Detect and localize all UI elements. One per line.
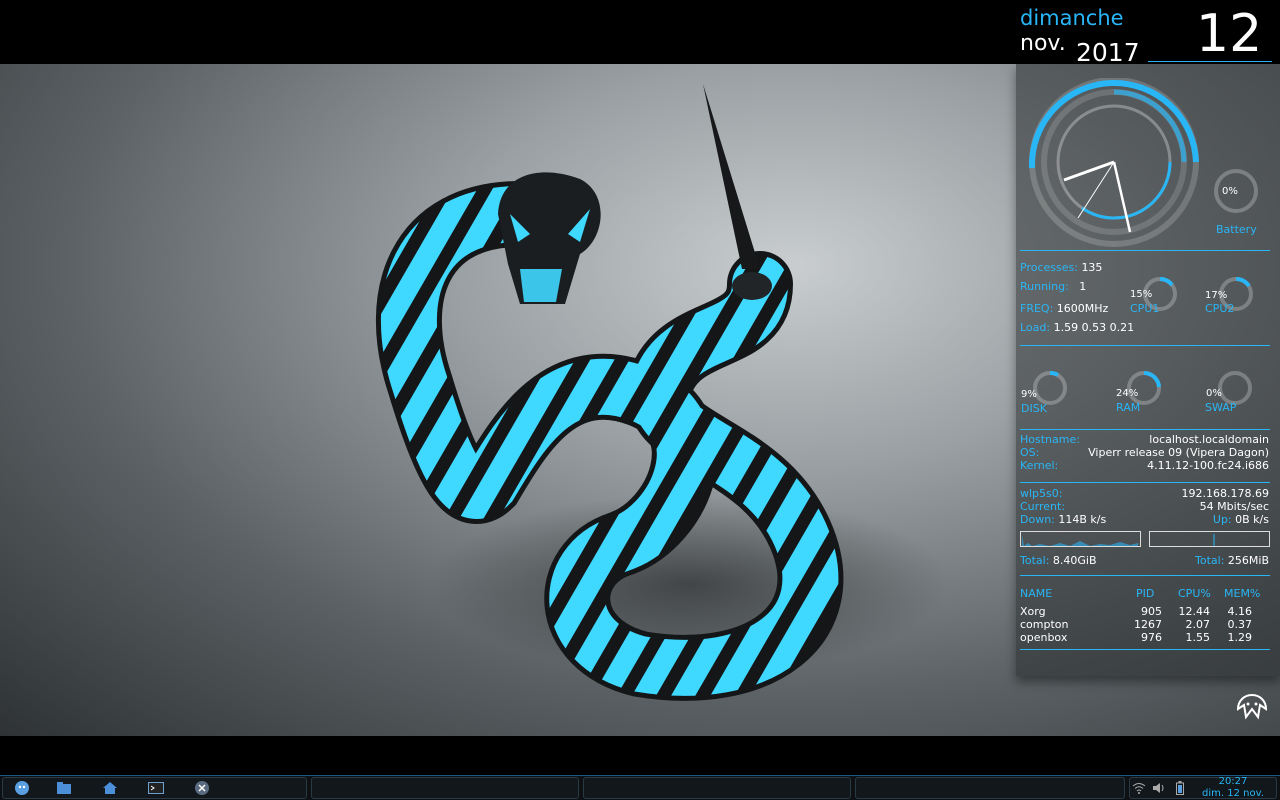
date-bar: dimanche nov. 2017 12 <box>0 0 1280 67</box>
os-label: OS: <box>1020 446 1040 459</box>
ram-percent: 24% <box>1116 388 1139 399</box>
total-up-label: Total: <box>1195 554 1225 567</box>
divider <box>1020 649 1270 650</box>
month: nov. <box>1020 31 1066 56</box>
taskbar-clock-time[interactable]: 20:27 <box>1194 776 1272 787</box>
up-value: 0B k/s <box>1235 513 1269 526</box>
col-name: NAME <box>1020 587 1053 600</box>
hostname-value: localhost.localdomain <box>1149 433 1269 446</box>
running-label: Running: <box>1020 280 1069 293</box>
download-graph <box>1020 531 1141 547</box>
load-value: 1.59 0.53 0.21 <box>1053 321 1135 334</box>
wifi-icon[interactable] <box>1131 780 1147 796</box>
down-value: 114B k/s <box>1058 513 1107 526</box>
row-pid: 1267 <box>1134 618 1162 631</box>
divider <box>1020 575 1270 576</box>
row-mem: 4.16 <box>1227 605 1253 618</box>
analog-clock <box>1028 78 1199 247</box>
swap-percent: 0% <box>1206 388 1222 399</box>
row-name: compton <box>1020 618 1069 631</box>
ram-label: RAM <box>1116 401 1141 414</box>
row-cpu: 12.44 <box>1178 605 1211 618</box>
close-session-icon[interactable] <box>194 780 210 796</box>
total-down-value: 8.40GiB <box>1052 554 1097 567</box>
row-pid: 905 <box>1141 605 1162 618</box>
home-icon[interactable] <box>102 780 118 796</box>
swap-label: SWAP <box>1205 401 1237 414</box>
kernel-value: 4.11.12-100.fc24.i686 <box>1147 459 1269 472</box>
os-value: Viperr release 09 (Vipera Dagon) <box>1088 446 1269 459</box>
col-cpu: CPU% <box>1178 587 1211 600</box>
desktop-bottom-strip <box>0 736 1280 775</box>
cpu2-percent: 17% <box>1205 290 1228 301</box>
freq-value: 1600MHz <box>1056 302 1109 315</box>
cpu1-label: CPU1 <box>1130 302 1160 315</box>
year: 2017 <box>1076 38 1140 67</box>
system-monitor-panel: 0% Battery Processes: 135 Running: 1 FRE… <box>1016 64 1280 676</box>
current-value: 54 Mbits/sec <box>1199 500 1269 513</box>
divider <box>1020 345 1270 346</box>
row-pid: 976 <box>1141 631 1162 644</box>
task-segment[interactable] <box>855 777 1125 799</box>
date-divider <box>1148 61 1272 62</box>
iface-label: wlp5s0: <box>1020 487 1063 500</box>
viperr-logo-icon <box>1236 693 1268 720</box>
up-label: Up: <box>1212 513 1232 526</box>
battery-percent: 0% <box>1222 186 1238 197</box>
row-name: Xorg <box>1020 605 1046 618</box>
row-name: openbox <box>1020 631 1068 644</box>
divider <box>1020 429 1270 430</box>
divider <box>1020 482 1270 483</box>
volume-icon[interactable] <box>1151 780 1167 796</box>
processes-value: 135 <box>1081 261 1103 274</box>
row-mem: 0.37 <box>1227 618 1253 631</box>
battery-label: Battery <box>1216 223 1257 236</box>
row-mem: 1.29 <box>1227 631 1253 644</box>
upload-graph <box>1149 531 1270 547</box>
cpu2-label: CPU2 <box>1205 302 1235 315</box>
terminal-icon[interactable] <box>148 780 164 796</box>
processes-label: Processes: <box>1020 261 1078 274</box>
ip-value: 192.168.178.69 <box>1181 487 1269 500</box>
taskbar <box>0 775 1280 800</box>
viperr-menu-icon[interactable] <box>14 780 30 796</box>
day-number: 12 <box>1196 4 1263 64</box>
battery-icon[interactable] <box>1172 780 1188 796</box>
task-segment[interactable] <box>311 777 579 799</box>
current-label: Current: <box>1020 500 1066 513</box>
load-label: Load: <box>1020 321 1051 334</box>
hostname-label: Hostname: <box>1020 433 1080 446</box>
divider <box>1020 250 1270 251</box>
row-cpu: 1.55 <box>1185 631 1211 644</box>
disk-percent: 9% <box>1021 389 1037 400</box>
col-pid: PID <box>1136 587 1155 600</box>
total-down-label: Total: <box>1020 554 1050 567</box>
kernel-label: Kernel: <box>1020 459 1059 472</box>
running-value: 1 <box>1079 280 1087 293</box>
col-mem: MEM% <box>1224 587 1261 600</box>
disk-label: DISK <box>1021 402 1047 415</box>
task-segment[interactable] <box>583 777 851 799</box>
file-manager-icon[interactable] <box>56 780 72 796</box>
total-up-value: 256MiB <box>1227 554 1269 567</box>
day-name: dimanche <box>1020 6 1124 30</box>
down-label: Down: <box>1020 513 1055 526</box>
taskbar-clock-date[interactable]: dim. 12 nov. <box>1194 788 1272 799</box>
cpu1-percent: 15% <box>1130 289 1153 300</box>
freq-label: FREQ: <box>1020 302 1054 315</box>
disk-gauge <box>1033 371 1067 405</box>
row-cpu: 2.07 <box>1185 618 1211 631</box>
